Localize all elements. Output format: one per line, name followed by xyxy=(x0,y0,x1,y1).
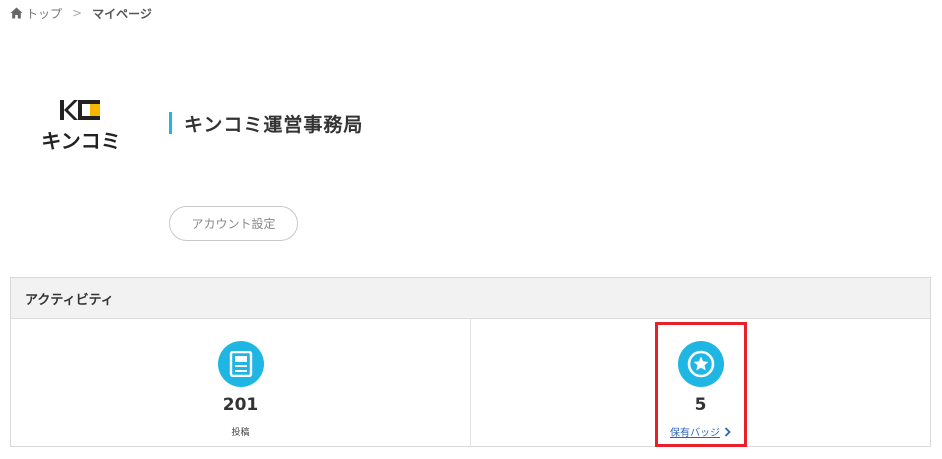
posts-label: 投稿 xyxy=(231,428,250,438)
logo-text: キンコミ xyxy=(41,129,120,153)
badges-stat: 5 保有バッジ xyxy=(470,319,930,447)
home-icon[interactable] xyxy=(10,7,23,19)
profile-name: キンコミ運営事務局 xyxy=(184,113,364,136)
posts-count: 201 xyxy=(222,395,259,415)
my-page: トップ > マイページ キンコミ キンコミ運営事務局 アカウント設定 アクティビ… xyxy=(0,0,942,459)
badges-count: 5 xyxy=(694,395,707,415)
name-accent-bar xyxy=(169,112,172,134)
breadcrumb-separator: > xyxy=(72,6,83,20)
kincomi-logo: キンコミ xyxy=(38,98,124,156)
breadcrumb-current: マイページ xyxy=(92,6,152,21)
breadcrumb-home-link[interactable]: トップ xyxy=(26,5,62,22)
chevron-right-icon xyxy=(724,426,731,437)
activity-panel: アクティビティ 201 投稿 5 保有バッジ xyxy=(10,277,931,447)
activity-title: アクティビティ xyxy=(11,278,930,319)
posts-stat: 201 投稿 xyxy=(11,319,470,447)
activity-stats: 201 投稿 5 保有バッジ xyxy=(11,319,930,447)
profile-header: キンコミ運営事務局 xyxy=(169,112,364,136)
document-icon xyxy=(217,341,264,387)
owned-badges-link[interactable]: 保有バッジ xyxy=(471,424,930,439)
badge-star-icon xyxy=(677,341,724,387)
breadcrumb: トップ > マイページ xyxy=(10,5,152,21)
owned-badges-label: 保有バッジ xyxy=(670,428,720,439)
account-settings-button[interactable]: アカウント設定 xyxy=(169,206,298,241)
